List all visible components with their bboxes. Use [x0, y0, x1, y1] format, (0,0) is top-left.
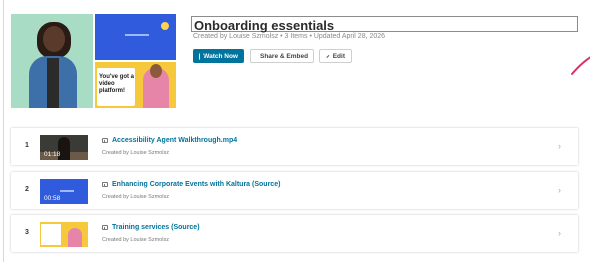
entry-index: 3: [25, 229, 29, 236]
left-divider: [3, 0, 4, 262]
entry-title-link[interactable]: Training services (Source): [112, 224, 200, 231]
share-embed-label: Share & Embed: [260, 52, 309, 60]
play-circle-icon: [199, 52, 206, 60]
entry-title-link[interactable]: Enhancing Corporate Events with Kaltura …: [112, 181, 280, 188]
entry-created-by: Created by Louise Szmolsz: [102, 150, 169, 156]
entry-created-by: Created by Louise Szmolsz: [102, 237, 169, 243]
entry-created-by: Created by Louise Szmolsz: [102, 194, 169, 200]
chevron-right-icon[interactable]: ›: [558, 228, 561, 238]
watch-now-label: Watch Now: [203, 52, 238, 60]
video-icon: [102, 138, 108, 143]
watch-now-button[interactable]: Watch Now: [193, 49, 244, 63]
playlist-meta: Created by Louise Szmolsz • 3 Items • Up…: [193, 33, 386, 40]
chevron-right-icon[interactable]: ›: [558, 141, 561, 151]
entry-index: 1: [25, 142, 29, 149]
video-icon: [102, 225, 108, 230]
playlist-title: Onboarding essentials: [194, 18, 335, 33]
entry-duration: 00:58: [44, 195, 61, 202]
thumbnail-card-text: You've got a video platform!: [99, 74, 134, 94]
presenter-figure: [29, 22, 77, 108]
video-icon: [102, 182, 108, 187]
thumbnail-blue-slide: [95, 14, 176, 60]
list-item[interactable]: 3 00:49 Training services (Source) Creat…: [11, 215, 578, 252]
pencil-icon: [326, 54, 330, 58]
entry-index: 2: [25, 186, 29, 193]
edit-button[interactable]: Edit: [319, 49, 352, 63]
thumbnail-video-platform: You've got a video platform!: [95, 62, 176, 108]
entry-thumbnail[interactable]: 01:18: [40, 135, 88, 160]
entry-thumbnail[interactable]: 00:58: [40, 179, 88, 204]
entry-duration: 01:18: [44, 151, 61, 158]
edit-label: Edit: [332, 52, 345, 60]
chevron-right-icon[interactable]: ›: [558, 185, 561, 195]
thumbnail-presenter: [11, 14, 93, 108]
entry-title-link[interactable]: Accessibility Agent Walkthrough.mp4: [112, 137, 237, 144]
playlist-thumbnail-collage[interactable]: You've got a video platform!: [11, 14, 176, 108]
share-embed-button[interactable]: Share & Embed: [250, 49, 314, 63]
list-item[interactable]: 1 01:18 Accessibility Agent Walkthrough.…: [11, 128, 578, 165]
decorative-swoosh: [571, 56, 590, 75]
playlist-page: You've got a video platform! Onboarding …: [0, 0, 590, 262]
playlist-title-field[interactable]: Onboarding essentials: [191, 16, 578, 33]
entry-thumbnail[interactable]: 00:49: [40, 222, 88, 247]
entry-duration: 00:49: [44, 238, 61, 245]
list-item[interactable]: 2 00:58 Enhancing Corporate Events with …: [11, 172, 578, 209]
